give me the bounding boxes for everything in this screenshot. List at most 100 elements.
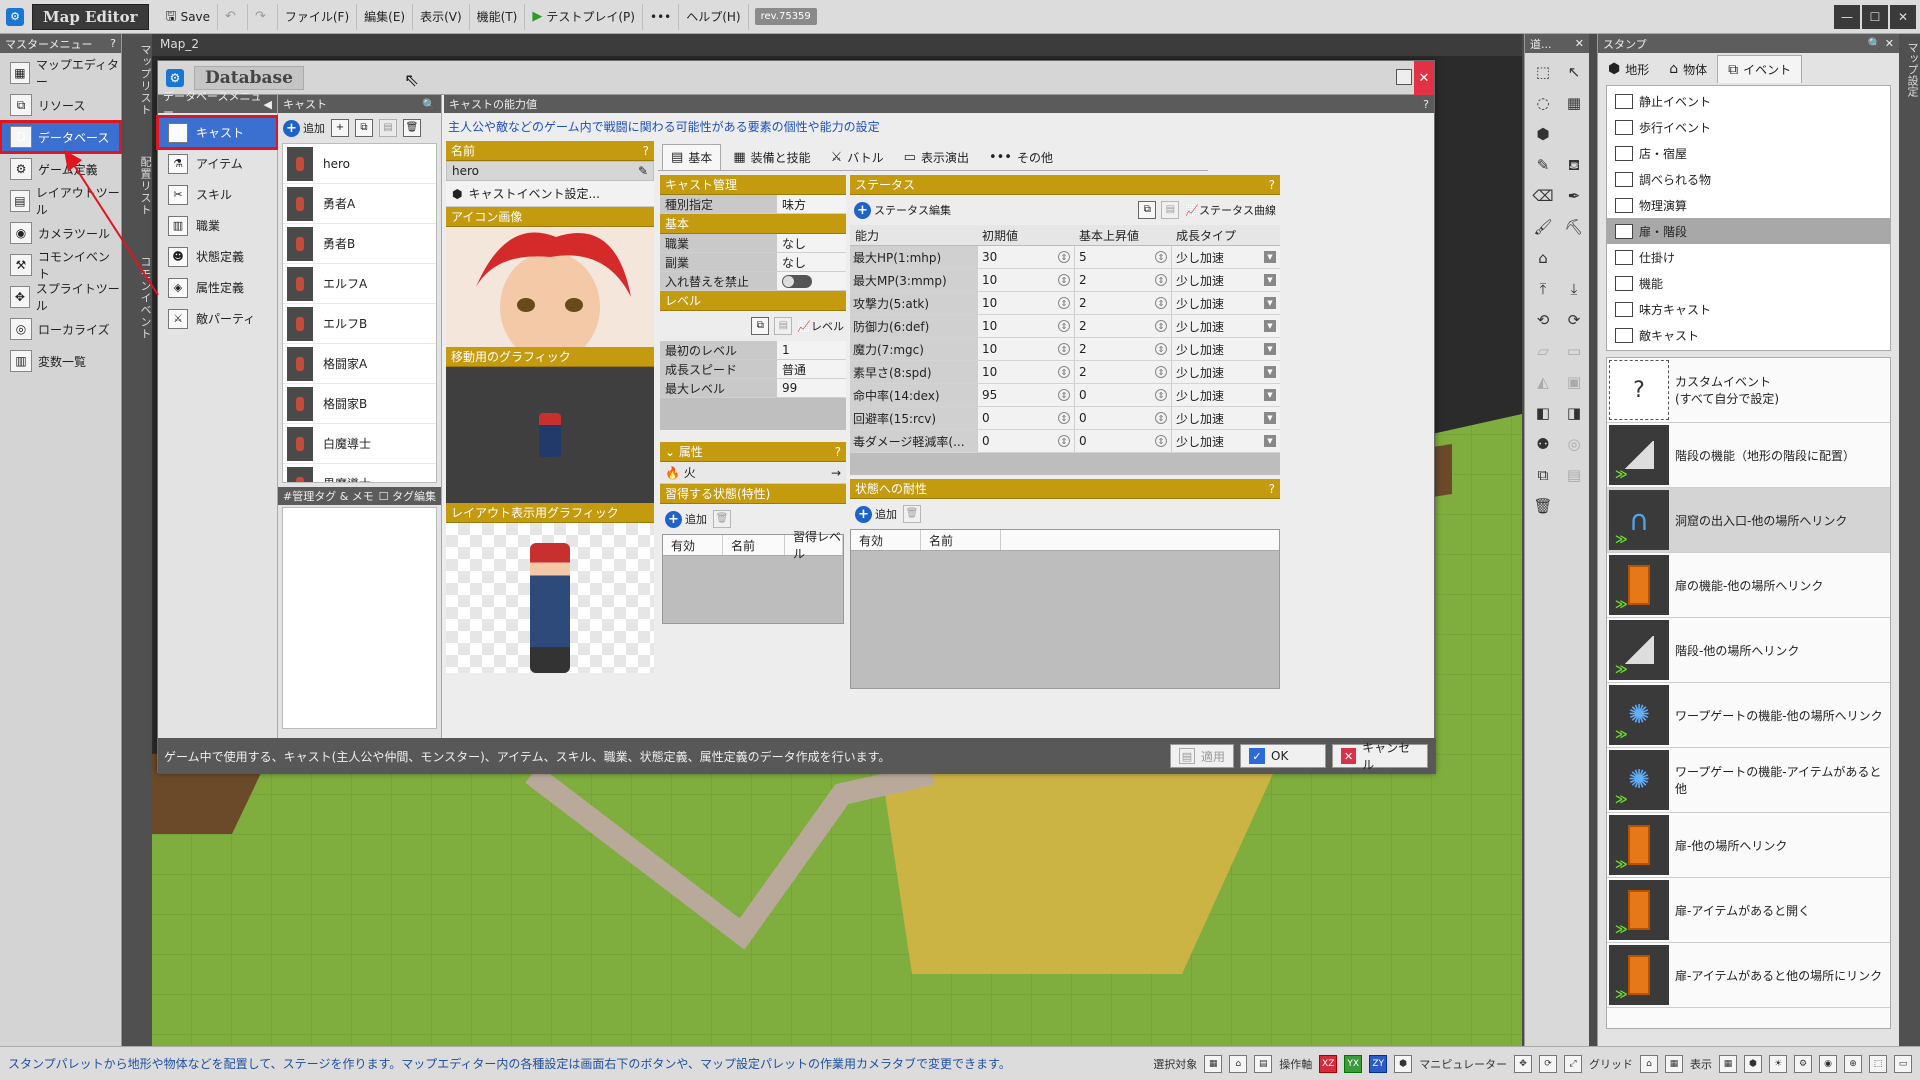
lock-swap-toggle[interactable] [782,274,812,288]
subjob-row[interactable]: 副業 なし [660,253,846,272]
status-row[interactable]: 最大HP(1:mhp) 30 ⇕ 5 ⇕ 少し加速 ▼ [850,246,1280,269]
layer2-tool-icon[interactable]: ◨ [1559,398,1589,428]
menu-edit[interactable]: 編集(E) [357,3,414,30]
pointer-tool-icon[interactable]: ↖ [1559,57,1589,87]
tab-0[interactable]: ▤ 基本 [662,144,722,170]
cast-list-item[interactable]: hero [283,144,436,184]
raise-tool-icon[interactable]: ⤒ [1528,274,1558,304]
resist-add-button[interactable]: + 追加 [855,505,897,523]
rotate-tool-icon[interactable]: ⟲ [1528,305,1558,335]
learned-add-button[interactable]: + 追加 [665,510,707,528]
scale-icon[interactable]: ⤢ [1564,1055,1582,1073]
pin-icon[interactable]: ✕ [1575,37,1584,50]
tab-event[interactable]: ⧉ イベント [1717,55,1803,83]
status-up-input[interactable]: 2 ⇕ [1074,338,1171,360]
shape3-tool-icon[interactable]: ◭ [1528,367,1558,397]
status-up-input[interactable]: 0 ⇕ [1074,384,1171,406]
master-menu-item-2[interactable]: D データベース [0,120,122,154]
axis-yx-icon[interactable]: YX [1344,1055,1363,1073]
status-init-input[interactable]: 0 ⇕ [977,430,1074,452]
status-curve-button[interactable]: 📈ステータス曲線 [1185,202,1276,218]
status-row[interactable]: 攻撃力(5:atk) 10 ⇕ 2 ⇕ 少し加速 ▼ [850,292,1280,315]
object-tool-icon[interactable]: ⚉ [1528,429,1558,459]
status-init-input[interactable]: 10 ⇕ [977,361,1074,383]
status-init-input[interactable]: 10 ⇕ [977,338,1074,360]
pencil-icon[interactable]: ✎ [638,164,648,178]
minimize-button[interactable]: — [1834,4,1860,29]
stepper-icon[interactable]: ⇕ [1155,251,1167,263]
stamp-category-item[interactable]: 静止イベント [1607,88,1890,114]
cast-list-item[interactable]: 黒魔導士 [283,464,436,482]
cast-list-item[interactable]: 勇者B [283,224,436,264]
cast-list-item[interactable]: 白魔導士 [283,424,436,464]
stepper-icon[interactable]: ⇕ [1058,274,1070,286]
layer-tool-icon[interactable]: ◧ [1528,398,1558,428]
status-row[interactable]: 魔力(7:mgc) 10 ⇕ 2 ⇕ 少し加速 ▼ [850,338,1280,361]
close-window-button[interactable]: ✕ [1890,4,1916,29]
stepper-icon[interactable]: ⇕ [1155,320,1167,332]
apply-button[interactable]: ▤ 適用 [1169,744,1234,768]
cast-list-item[interactable]: 格闘家B [283,384,436,424]
eyedropper-tool-icon[interactable]: ✒ [1559,181,1589,211]
more-button[interactable]: ••• [643,3,680,30]
blank-tool-icon[interactable] [1559,119,1589,149]
status-up-input[interactable]: 0 ⇕ [1074,430,1171,452]
paste-icon[interactable]: ▤ [774,317,793,335]
paste-icon[interactable]: ▤ [379,119,397,137]
layout-graphic[interactable] [446,523,654,673]
attribute-collapse-icon[interactable]: ⌄ 属性 [665,443,703,460]
axis-xz-icon[interactable]: XZ [1319,1055,1338,1073]
eraser-tool-icon[interactable]: ⌫ [1528,181,1558,211]
stepper-icon[interactable]: ⇕ [1058,343,1070,355]
growth-type-select[interactable]: 少し加速 ▼ [1171,430,1280,452]
stepper-icon[interactable]: ⇕ [1058,366,1070,378]
growth-type-select[interactable]: 少し加速 ▼ [1171,384,1280,406]
lasso-tool-icon[interactable]: ◌ [1528,88,1558,118]
axis-zy-icon[interactable]: ZY [1369,1055,1388,1073]
stamp-category-item[interactable]: 機能 [1607,270,1890,296]
menu-view[interactable]: 表示(V) [413,3,470,30]
view-grid-icon[interactable]: ▦ [1719,1055,1737,1073]
stepper-icon[interactable]: ⇕ [1058,412,1070,424]
master-menu-item-0[interactable]: ▦ マップエディター [0,57,121,89]
status-init-input[interactable]: 10 ⇕ [977,315,1074,337]
growth-type-select[interactable]: 少し加速 ▼ [1171,292,1280,314]
tag-edit-button[interactable]: ☐ タグ編集 [379,488,436,504]
stamp-event-item[interactable]: ≫ 階段の機能（地形の階段に配置） [1607,423,1890,488]
testplay-button[interactable]: ▶ テストプレイ(P) [525,3,643,30]
stamp-category-item[interactable]: 仕掛け [1607,244,1890,270]
trash-icon[interactable]: 🗑 [903,505,921,523]
cancel-button[interactable]: ✕ キャンセル [1332,741,1428,772]
stamp-event-item[interactable]: ✺ ≫ ワープゲートの機能-アイテムがあると他 [1607,748,1890,813]
growth-speed-row[interactable]: 成長スピード 普通 [660,360,846,379]
attribute-row[interactable]: 🔥 火 → [660,462,846,484]
level-curve-button[interactable]: 📈レベル [797,318,844,334]
tab-1[interactable]: ▦ 装備と技能 [725,144,818,170]
select-object-icon[interactable]: ⌂ [1229,1055,1248,1073]
stepper-icon[interactable]: ⇕ [1058,320,1070,332]
database-nav-item-4[interactable]: ☻ 状態定義 [158,241,277,272]
maximize-db-button[interactable] [1396,69,1412,85]
trash-tool-icon[interactable]: 🗑 [1528,491,1558,521]
database-nav-item-5[interactable]: ◈ 属性定義 [158,272,277,303]
maximize-button[interactable]: ☐ [1862,4,1888,29]
menu-function[interactable]: 機能(T) [470,3,526,30]
stamp-tool-icon[interactable]: ⛏ [1559,212,1589,242]
grid-icon[interactable]: ▦ [1665,1055,1683,1073]
stamp-event-item[interactable]: ? カスタムイベント (すべて自分で設定) [1607,358,1890,423]
status-row[interactable]: 防御力(6:def) 10 ⇕ 2 ⇕ 少し加速 ▼ [850,315,1280,338]
status-init-input[interactable]: 10 ⇕ [977,269,1074,291]
grid-tool-icon[interactable]: ▦ [1559,88,1589,118]
growth-type-select[interactable]: 少し加速 ▼ [1171,246,1280,268]
view-cube-icon[interactable]: ⬢ [1744,1055,1762,1073]
target-tool-icon[interactable]: ◎ [1559,429,1589,459]
status-up-input[interactable]: 2 ⇕ [1074,292,1171,314]
stepper-icon[interactable]: ⇕ [1058,251,1070,263]
stamp-category-item[interactable]: 味方キャスト [1607,296,1890,322]
master-menu-item-8[interactable]: ◎ ローカライズ [0,313,121,345]
tab-2[interactable]: ⚔ バトル [823,144,892,170]
stepper-icon[interactable]: ⇕ [1155,274,1167,286]
status-row[interactable]: 最大MP(3:mmp) 10 ⇕ 2 ⇕ 少し加速 ▼ [850,269,1280,292]
house-tool-icon[interactable]: ⌂ [1528,243,1558,273]
master-menu-item-1[interactable]: ⧉ リソース [0,89,121,121]
